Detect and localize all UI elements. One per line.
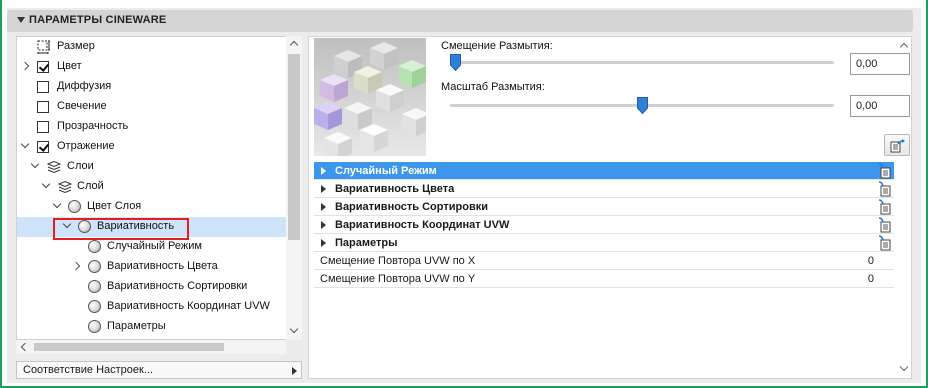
expand-triangle-icon[interactable] [321,185,326,193]
collapse-chevron-icon[interactable] [30,159,40,169]
import-icon[interactable] [878,235,892,251]
expand-triangle-icon[interactable] [321,239,326,247]
checkbox[interactable] [37,81,49,93]
settings-match-dropdown[interactable]: Соответствие Настроек... [16,361,302,379]
tree-item-label: Случайный Режим [107,240,202,252]
tree-item-color[interactable]: Цвет [17,57,287,77]
channel-tree: Размер Цвет Диффузия Свечение Прозрачнос… [16,36,302,340]
tree-item-label: Цвет [57,60,82,72]
highlight-callout [53,218,189,240]
collapse-chevron-icon[interactable] [20,139,30,149]
blur-offset-slider[interactable] [450,61,834,64]
shader-sphere-icon [88,240,101,253]
property-value[interactable]: 0 [868,273,874,285]
layers-icon [46,160,62,174]
blur-offset-slider-handle[interactable] [450,54,461,71]
tree-item-label: Вариативность Координат UVW [107,300,270,312]
property-label: Параметры [335,237,398,249]
import-icon[interactable] [878,181,892,197]
tree-item-layer[interactable]: Слой [17,177,287,197]
tree-item-label: Размер [57,40,95,52]
tree-item-label: Параметры [107,320,166,332]
property-label: Вариативность Цвета [335,183,455,195]
tree-item-label: Слой [77,180,104,192]
scroll-up-icon[interactable] [899,42,909,52]
import-icon[interactable] [878,217,892,233]
tree-vertical-scrollbar[interactable] [286,36,302,340]
section-header[interactable]: ПАРАМЕТРЫ CINEWARE [7,10,913,32]
shader-sphere-icon [88,260,101,273]
property-row-random-mode[interactable]: Случайный Режим [314,162,894,180]
property-row-uvw-offset-x[interactable]: Смещение Повтора UVW по X 0 [314,252,894,270]
tree-item-reflectance[interactable]: Отражение [17,137,287,157]
tree-item-label: Слои [67,160,94,172]
scroll-up-icon[interactable] [289,40,299,50]
tree-item-sort-variation[interactable]: Вариативность Сортировки [17,277,287,297]
tree-item-layer-color[interactable]: Цвет Слоя [17,197,287,217]
expand-triangle-icon[interactable] [321,221,326,229]
property-label: Вариативность Координат UVW [335,219,510,231]
tree-item-random-mode[interactable]: Случайный Режим [17,237,287,257]
shader-sphere-icon [88,300,101,313]
properties-scrollbar[interactable] [896,38,912,378]
checkbox[interactable] [37,101,49,113]
scroll-down-icon[interactable] [289,324,299,334]
tree-item-label: Отражение [57,140,115,152]
dropdown-label: Соответствие Настроек... [23,364,153,376]
tree-item-layers[interactable]: Слои [17,157,287,177]
property-row-color-variation[interactable]: Вариативность Цвета [314,180,894,198]
collapse-chevron-icon[interactable] [52,199,62,209]
blur-scale-slider-handle[interactable] [637,97,648,114]
import-icon[interactable] [878,163,892,179]
size-icon [37,40,50,54]
scroll-down-icon[interactable] [899,362,909,372]
tree-item-color-variation[interactable]: Вариативность Цвета [17,257,287,277]
tree-item-parameters[interactable]: Параметры [17,317,287,337]
property-label: Смещение Повтора UVW по Y [320,273,476,285]
scroll-thumb[interactable] [288,54,300,240]
expand-chevron-icon[interactable] [20,61,30,71]
tree-item-label: Вариативность Цвета [107,260,218,272]
collapse-triangle-icon[interactable] [17,17,25,23]
dropdown-arrow-icon [292,367,297,375]
scroll-left-icon[interactable] [20,342,30,352]
tree-item-label: Диффузия [57,80,112,92]
property-value[interactable]: 0 [868,255,874,267]
tree-item-luminance[interactable]: Свечение [17,97,287,117]
tree-horizontal-scrollbar[interactable] [16,340,286,354]
shader-sphere-icon [68,200,81,213]
tree-item-size[interactable]: Размер [17,37,287,57]
expand-triangle-icon[interactable] [321,203,326,211]
property-label: Смещение Повтора UVW по X [320,255,476,267]
shader-sphere-icon [88,280,101,293]
texture-preview [314,38,426,156]
tree-item-transparency[interactable]: Прозрачность [17,117,287,137]
import-icon[interactable] [878,199,892,215]
expand-chevron-icon[interactable] [71,261,81,271]
property-label: Вариативность Сортировки [335,201,488,213]
shader-sphere-icon [88,320,101,333]
tree-item-uvw-variation[interactable]: Вариативность Координат UVW [17,297,287,317]
scroll-thumb[interactable] [34,343,224,351]
blur-offset-label: Смещение Размытия: [441,40,553,52]
tree-item-label: Цвет Слоя [87,200,142,212]
property-row-parameters[interactable]: Параметры [314,234,894,252]
property-row-uvw-variation[interactable]: Вариативность Координат UVW [314,216,894,234]
checkbox[interactable] [37,141,49,153]
section-title: ПАРАМЕТРЫ CINEWARE [29,14,167,26]
tree-item-label: Прозрачность [57,120,129,132]
blur-scale-label: Масштаб Размытия: [441,81,545,93]
checkbox[interactable] [37,61,49,73]
collapse-chevron-icon[interactable] [41,179,51,189]
expand-triangle-icon[interactable] [321,167,326,175]
layers-icon [57,180,73,194]
tree-item-diffusion[interactable]: Диффузия [17,77,287,97]
checkbox[interactable] [37,121,49,133]
property-label: Случайный Режим [335,165,437,177]
tree-item-label: Свечение [57,100,107,112]
property-row-uvw-offset-y[interactable]: Смещение Повтора UVW по Y 0 [314,270,894,288]
property-row-sort-variation[interactable]: Вариативность Сортировки [314,198,894,216]
tree-item-label: Вариативность Сортировки [107,280,248,292]
